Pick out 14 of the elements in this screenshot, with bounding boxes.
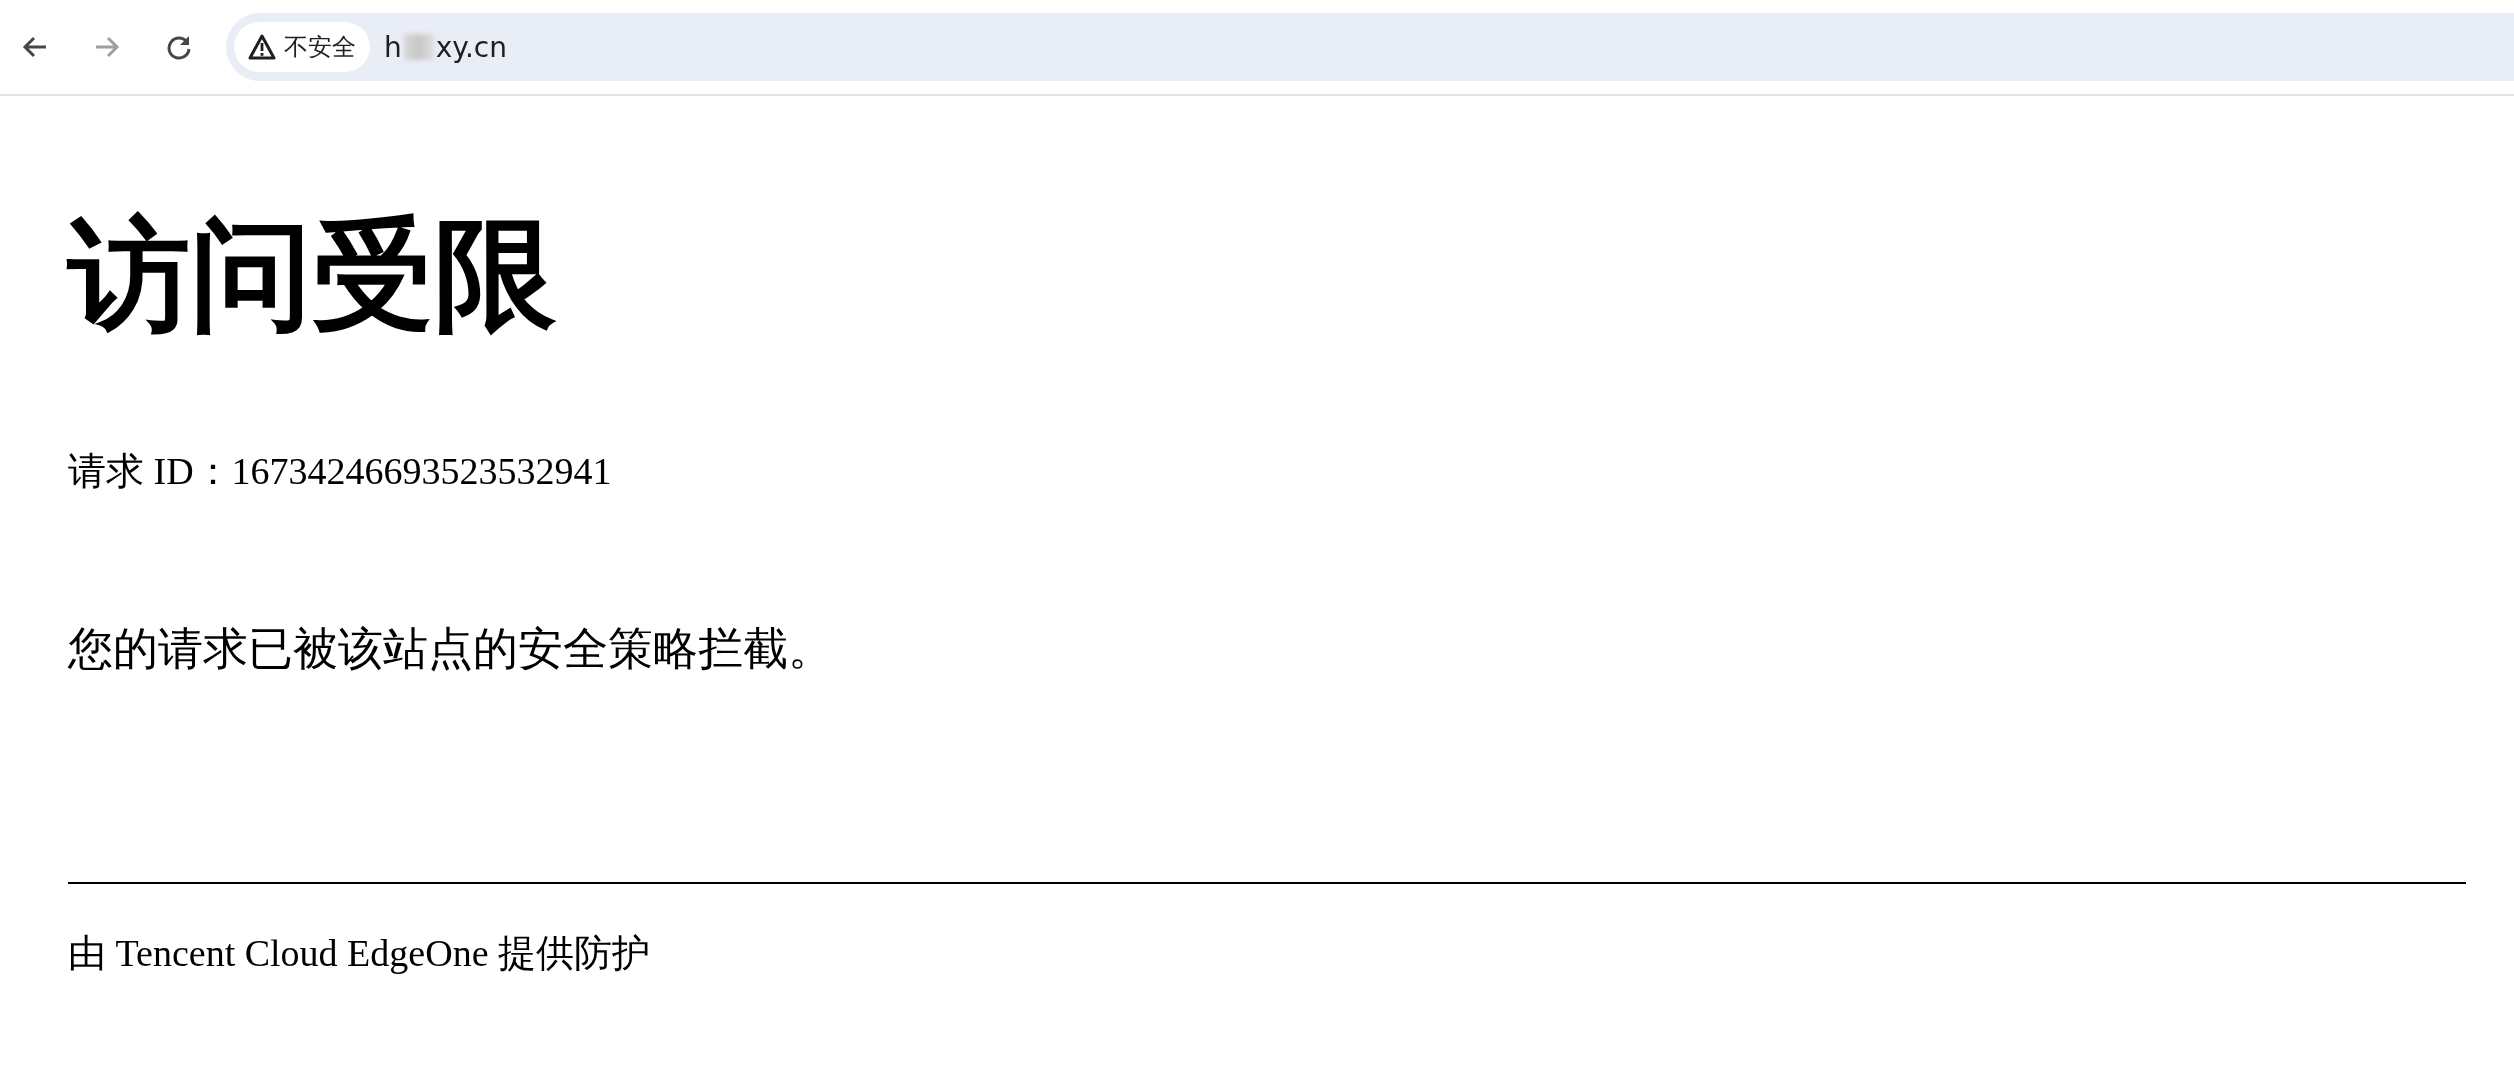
security-chip[interactable]: 不安全	[234, 22, 370, 72]
back-arrow-icon	[22, 35, 48, 59]
block-message: 您的请求已被该站点的安全策略拦截。	[68, 622, 833, 677]
address-bar[interactable]: 不安全 h xy.cn	[226, 13, 2514, 81]
url-text: h	[384, 30, 402, 64]
request-id-label: 请求 ID：	[68, 452, 232, 491]
redaction-mark	[403, 34, 434, 60]
warning-icon	[248, 34, 276, 60]
forward-arrow-icon	[94, 35, 120, 59]
page-heading: 访问受限	[68, 208, 556, 343]
request-id: 16734246693523532941	[231, 452, 612, 491]
url-text: xy.cn	[435, 30, 507, 64]
reload-icon	[166, 34, 192, 60]
footer-text: 由 Tencent Cloud EdgeOne 提供防护	[68, 931, 650, 977]
